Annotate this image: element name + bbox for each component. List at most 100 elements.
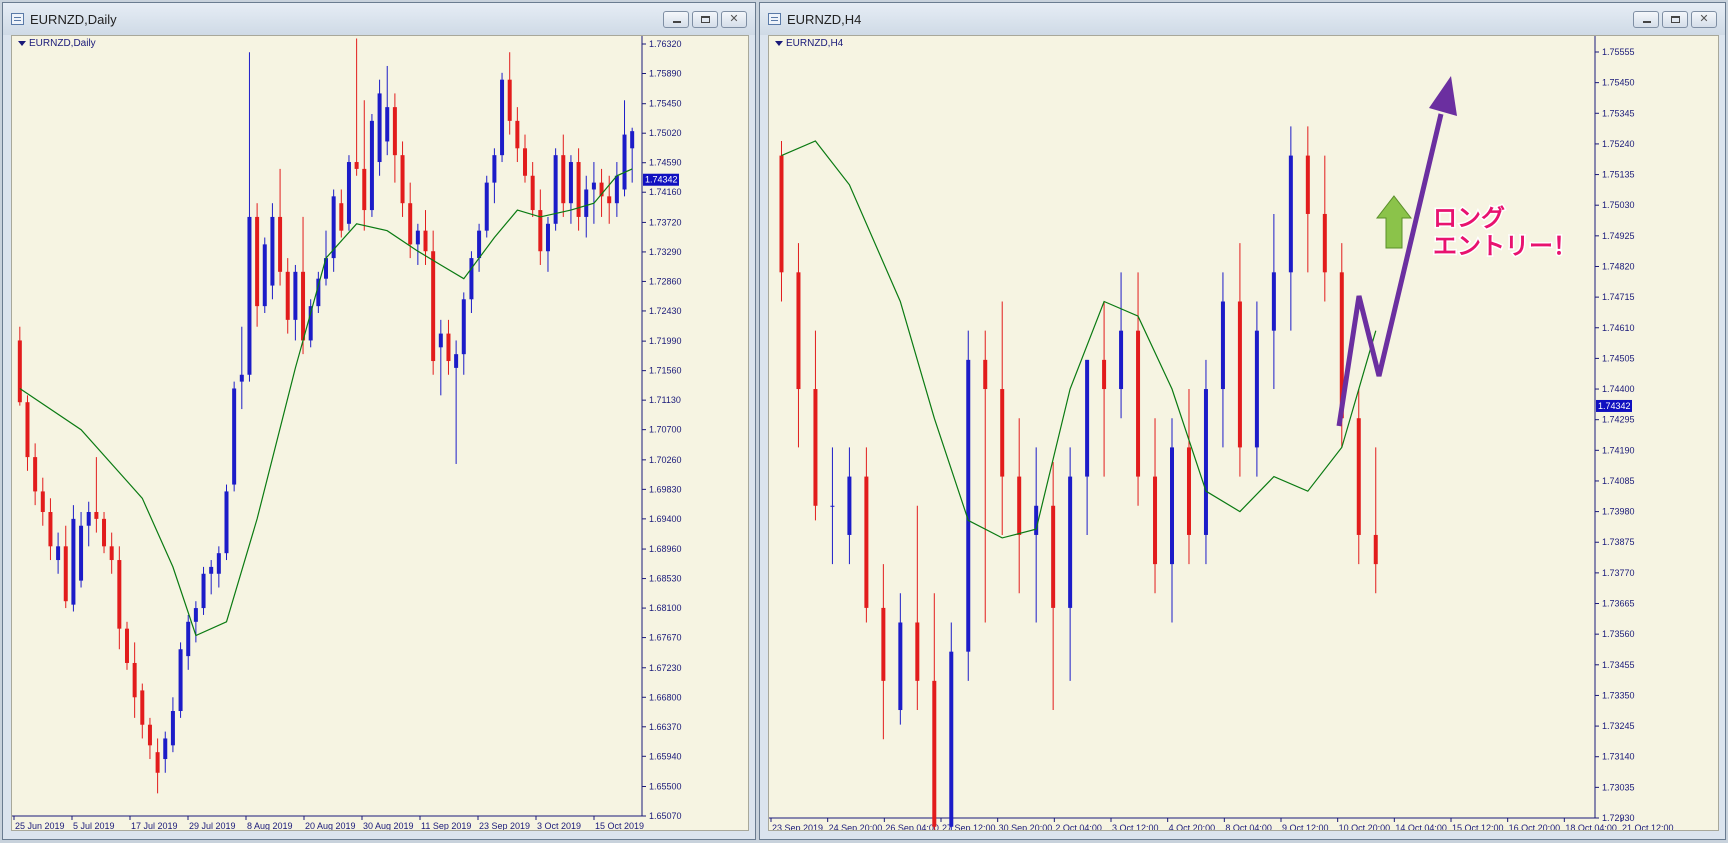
candle-body (170, 711, 175, 746)
time-tick-label: 29 Jul 2019 (189, 821, 236, 831)
minimize-button[interactable] (663, 11, 689, 28)
candle-body (1305, 155, 1310, 214)
current-price-label: 1.74342 (1598, 401, 1631, 411)
candle-body (25, 402, 30, 458)
candle-body (477, 230, 482, 259)
price-tick-label: 1.65070 (649, 811, 682, 821)
annotation-line-1: ロング (1433, 205, 1505, 232)
candle-body (56, 546, 61, 561)
price-tick-label: 1.71130 (649, 395, 681, 405)
price-tick-label: 1.74160 (649, 187, 682, 197)
candle-body (132, 662, 137, 698)
price-tick-label: 1.69830 (649, 484, 682, 494)
price-tick-label: 1.73140 (1602, 752, 1635, 762)
price-tick-label: 1.68100 (649, 603, 682, 613)
candle-body (1373, 534, 1378, 565)
price-tick-label: 1.74190 (1602, 445, 1635, 455)
candlestick-chart-daily[interactable]: 1.76320 1.75890 1.75450 1.75020 1.74590 1.741… (12, 36, 749, 831)
price-tick-label: 1.75345 (1602, 108, 1635, 118)
candle-body (1170, 447, 1175, 565)
candle-body (454, 354, 459, 368)
candle-body (864, 476, 869, 608)
chart-area-h4[interactable]: EURNZD,H4 1.75555 1.75450 1.75345 1.75240 1.… (768, 35, 1719, 831)
candle-body (983, 359, 988, 390)
time-tick-label: 16 Oct 20:00 (1509, 823, 1561, 831)
window-title: EURNZD,Daily (30, 12, 117, 27)
candle-body (400, 155, 405, 204)
time-tick-label: 8 Aug 2019 (247, 821, 293, 831)
candlestick-chart-h4[interactable]: 1.75555 1.75450 1.75345 1.75240 1.75135 1.750… (769, 36, 1719, 831)
candle-body (1136, 330, 1141, 477)
chart-area-daily[interactable]: EURNZD,Daily 1.76320 1.75890 1.75450 1.7502… (11, 35, 749, 831)
candle-body (178, 649, 183, 712)
candle-body (86, 512, 91, 526)
time-tick-label: 30 Aug 2019 (363, 821, 414, 831)
time-tick-label: 23 Sep 2019 (479, 821, 530, 831)
close-button[interactable]: ✕ (721, 11, 747, 28)
candle-body (1068, 476, 1073, 608)
maximize-button[interactable] (692, 11, 718, 28)
candle-body (1322, 213, 1327, 273)
candle-body (1237, 301, 1242, 448)
candle-body (1034, 505, 1039, 535)
price-tick-label: 1.70260 (649, 455, 682, 465)
price-tick-label: 1.71560 (649, 366, 682, 376)
time-tick-label: 17 Jul 2019 (131, 821, 178, 831)
candle-body (102, 518, 107, 547)
candle-body (201, 573, 206, 609)
candle-body (377, 93, 382, 163)
price-tick-label: 1.73720 (649, 217, 682, 227)
minimize-button[interactable] (1633, 11, 1659, 28)
candle-body (461, 299, 466, 355)
candle-body (898, 622, 903, 711)
candle-body (779, 155, 784, 273)
price-tick-label: 1.65940 (649, 751, 682, 761)
price-tick-label: 1.69400 (649, 514, 682, 524)
chart-window-h4[interactable]: EURNZD,H4 ✕ EURNZD,H4 1.75555 1.75450 1.75… (759, 2, 1726, 840)
price-tick-label: 1.72430 (649, 306, 682, 316)
price-tick-label: 1.73035 (1602, 782, 1635, 792)
maximize-button[interactable] (1662, 11, 1688, 28)
time-tick-label: 20 Aug 2019 (305, 821, 356, 831)
candle-body (530, 175, 535, 211)
price-tick-label: 1.72930 (1602, 813, 1635, 823)
candle-body (163, 738, 168, 760)
candle-body (568, 162, 573, 204)
moving-average-line (781, 140, 1377, 539)
chart-window-daily[interactable]: EURNZD,Daily ✕ EURNZD,Daily 1.76320 1.758… (2, 2, 756, 840)
candle-body (155, 752, 160, 773)
candle-body (17, 340, 22, 403)
price-tick-label: 1.73980 (1602, 507, 1635, 517)
chart-symbol-label: EURNZD,Daily (18, 38, 96, 49)
green-up-arrow-icon (1375, 195, 1413, 249)
price-tick-label: 1.68530 (649, 574, 682, 584)
candle-body (255, 216, 260, 307)
candle-body (423, 230, 428, 252)
chart-window-icon (768, 13, 781, 25)
candle-body (932, 680, 937, 827)
candle-body (109, 546, 114, 561)
time-tick-label: 3 Oct 2019 (537, 821, 581, 831)
price-tick-label: 1.74295 (1602, 415, 1635, 425)
candle-body (270, 216, 275, 286)
candle-body (446, 333, 451, 362)
candle-body (232, 388, 237, 485)
price-tick-label: 1.74085 (1602, 476, 1635, 486)
candle-body (385, 107, 390, 142)
candle-body (79, 525, 84, 581)
candle-body (369, 120, 374, 211)
candle-body (830, 505, 835, 507)
candle-body (71, 518, 76, 605)
time-tick-label: 2 Oct 04:00 (1055, 823, 1102, 831)
close-button[interactable]: ✕ (1691, 11, 1717, 28)
time-tick-label: 18 Oct 04:00 (1565, 823, 1617, 831)
candle-body (1153, 476, 1158, 565)
window-titlebar[interactable]: EURNZD,Daily ✕ (3, 3, 755, 35)
window-titlebar[interactable]: EURNZD,H4 ✕ (760, 3, 1725, 35)
price-tick-label: 1.74590 (649, 158, 682, 168)
time-tick-label: 15 Oct 2019 (595, 821, 644, 831)
candle-body (278, 216, 283, 272)
candle-body (216, 553, 221, 574)
price-tick-label: 1.75135 (1602, 170, 1635, 180)
price-tick-label: 1.75240 (1602, 139, 1635, 149)
